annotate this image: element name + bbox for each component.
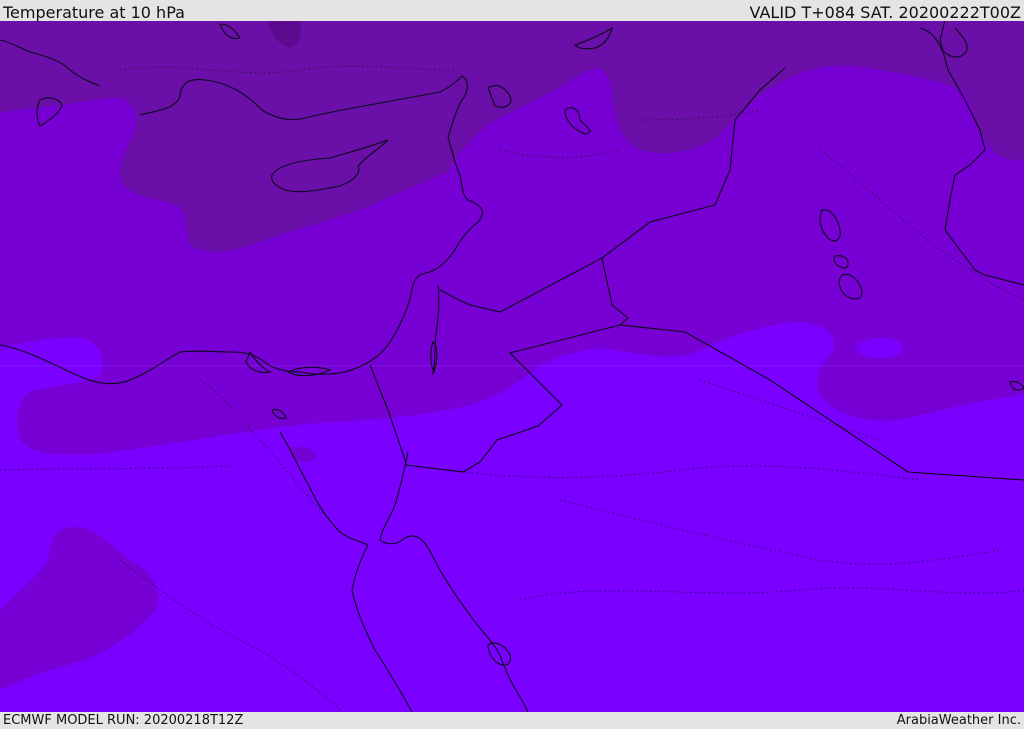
weather-map[interactable] — [0, 21, 1024, 712]
credit-label: ArabiaWeather Inc. — [896, 713, 1021, 728]
model-run-label: ECMWF MODEL RUN: 20200218T12Z — [3, 713, 244, 728]
map-canvas — [0, 21, 1024, 712]
valid-time-label: VALID T+084 SAT. 20200222T00Z — [749, 3, 1021, 22]
map-footer: ECMWF MODEL RUN: 20200218T12Z ArabiaWeat… — [0, 712, 1024, 729]
map-header: Temperature at 10 hPa VALID T+084 SAT. 2… — [0, 0, 1024, 22]
map-title: Temperature at 10 hPa — [3, 3, 185, 22]
